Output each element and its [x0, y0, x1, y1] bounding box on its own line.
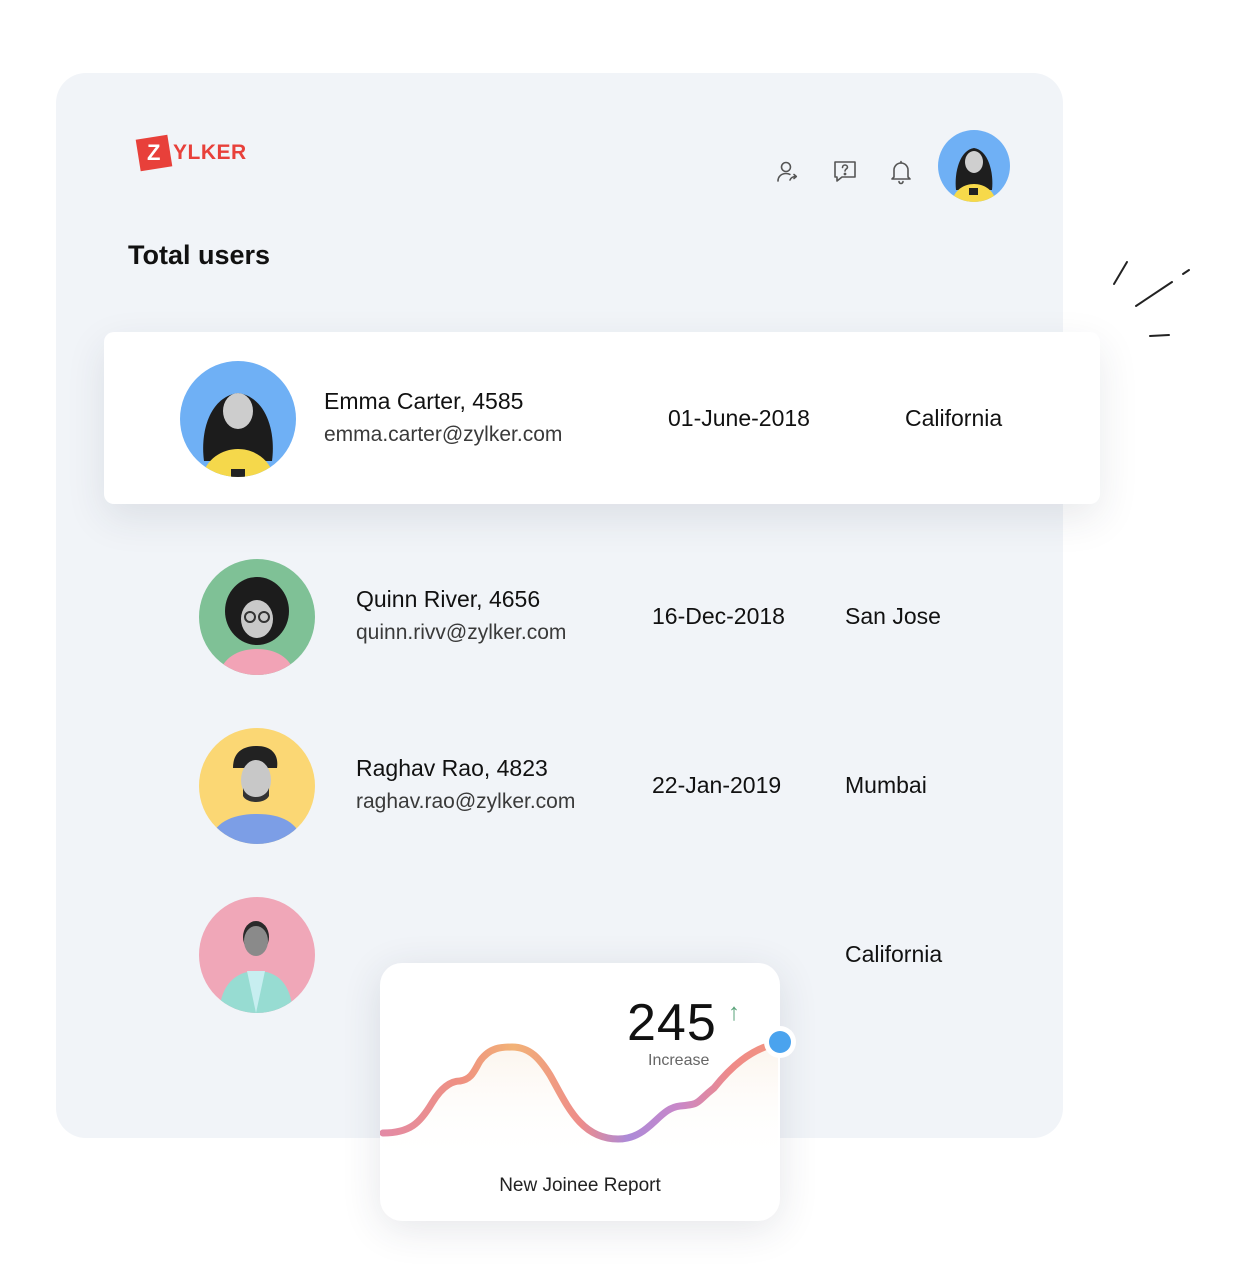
- user-name: Emma Carter, 4585: [324, 388, 524, 414]
- user-join-date: 22-Jan-2019: [652, 772, 782, 798]
- report-value: 245: [627, 994, 717, 1052]
- user-city: California: [905, 405, 1003, 431]
- user-join-date: 01-June-2018: [668, 405, 810, 431]
- sparkle-line: [1135, 281, 1173, 307]
- report-title: New Joinee Report: [499, 1175, 661, 1196]
- user-city: San Jose: [845, 603, 941, 629]
- trend-area: [383, 1043, 778, 1163]
- user-switch-icon[interactable]: [774, 158, 802, 186]
- bell-icon[interactable]: [887, 158, 915, 186]
- page-title: Total users: [128, 240, 271, 270]
- new-joinee-report-card[interactable]: 245 ↑ Increase New Joinee Report: [380, 963, 796, 1221]
- user-city: Mumbai: [845, 772, 927, 798]
- logo-mark: Z: [135, 134, 173, 172]
- user-city: California: [845, 941, 943, 967]
- sparkle-line: [1182, 269, 1190, 275]
- trend-end-marker[interactable]: [769, 1031, 791, 1053]
- user-avatar: [199, 897, 315, 1013]
- user-name: Raghav Rao, 4823: [356, 755, 548, 781]
- user-email[interactable]: quinn.rivv@zylker.com: [356, 621, 566, 645]
- sparkle-line: [1113, 261, 1128, 285]
- user-avatar: [180, 361, 296, 477]
- report-trend-label: Increase: [648, 1052, 710, 1069]
- zylker-logo[interactable]: Z YLKER: [135, 134, 247, 172]
- sparkle-line: [1149, 334, 1170, 337]
- user-avatar: [199, 559, 315, 675]
- user-join-date: 16-Dec-2018: [652, 603, 785, 629]
- user-email[interactable]: raghav.rao@zylker.com: [356, 790, 575, 814]
- logo-text: YLKER: [173, 141, 247, 164]
- profile-avatar[interactable]: [938, 130, 1010, 202]
- help-chat-icon[interactable]: [831, 158, 859, 186]
- trend-up-arrow-icon: ↑: [728, 999, 740, 1026]
- user-avatar: [199, 728, 315, 844]
- user-email[interactable]: emma.carter@zylker.com: [324, 423, 562, 447]
- user-name: Quinn River, 4656: [356, 586, 541, 612]
- sparkle-decoration: [1113, 261, 1190, 337]
